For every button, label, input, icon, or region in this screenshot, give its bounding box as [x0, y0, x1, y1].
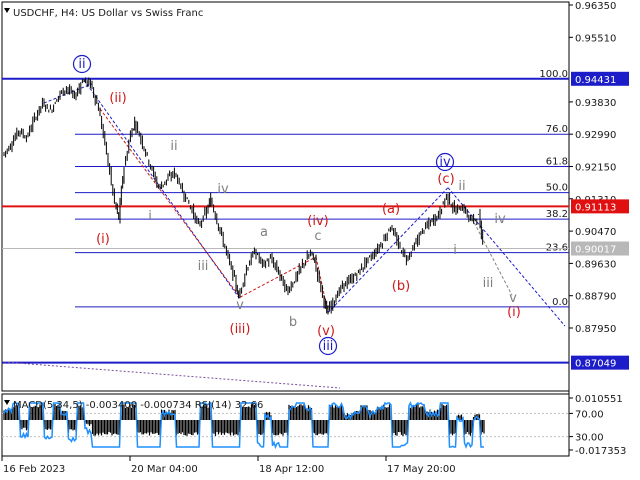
price-tick-label-0: 0.96350: [575, 1, 616, 12]
wave-label-4: (i): [96, 232, 110, 247]
wave-label-23: v: [509, 291, 517, 306]
fib-label-3: 50.0: [546, 183, 568, 194]
price-tick-label-6: 0.90470: [575, 227, 616, 238]
price-tick-label-3: 0.92990: [575, 130, 616, 141]
price-tick-label-7: 0.89630: [575, 259, 616, 270]
price-tick-label-1: 0.95510: [575, 33, 616, 44]
indicator-title: MACD(5,34,5) -0.003400 -0.000734 RSI(14)…: [13, 400, 263, 411]
wave-label-9: c: [314, 229, 321, 244]
wave-label-24: (i): [507, 305, 521, 320]
wave-label-6: iii: [198, 259, 209, 274]
chart-title: USDCHF, H4: US Dollar vs Swiss Franc: [13, 8, 203, 19]
time-tick-label-3: 17 May 20:00: [387, 464, 456, 475]
wave-label-12: b: [289, 315, 297, 330]
price-badge-label-2: 0.90017: [575, 245, 616, 256]
wave-label-8: (iv): [307, 214, 328, 229]
price-tick-label-8: 0.88790: [575, 292, 616, 303]
wave-label-10: v: [236, 298, 244, 313]
price-tick-label-9: 0.87950: [575, 324, 616, 335]
price-badge-label-1: 0.91113: [575, 202, 616, 213]
indicator-tick-label-2: 30.00: [575, 433, 604, 444]
wave-label-1: (ii): [109, 91, 126, 106]
wave-label-16: (c): [437, 172, 454, 187]
indicator-tick-label-3: -0.017353: [575, 446, 626, 457]
wave-label-13: (v): [317, 324, 335, 339]
fib-label-4: 38.2: [546, 209, 568, 220]
wave-label-18: ii: [458, 179, 465, 194]
wave-label-17: (a): [382, 202, 400, 217]
price-badge-label-0: 0.94431: [575, 75, 616, 86]
time-tick-label-0: 16 Feb 2023: [3, 464, 65, 475]
fib-label-6: 0.0: [552, 297, 568, 308]
wave-label-11: (iii): [230, 322, 251, 337]
time-tick-label-2: 18 Apr 12:00: [259, 464, 324, 475]
price-tick-label-2: 0.93830: [575, 98, 616, 109]
price-chart[interactable]: 100.076.061.850.038.223.60.0 ii(ii)iii(i…: [0, 0, 640, 480]
wave-label-7: a: [260, 225, 268, 240]
price-tick-label-4: 0.92150: [575, 163, 616, 174]
price-badge-label-3: 0.87049: [575, 359, 616, 370]
indicator-tick-label-1: 70.00: [575, 409, 604, 420]
wave-label-5: iv: [217, 182, 229, 197]
wave-label-21: iv: [494, 212, 506, 227]
time-tick-label-1: 20 Mar 04:00: [131, 464, 198, 475]
wave-label-14: iii: [323, 339, 334, 354]
wave-label-15: iv: [439, 155, 451, 170]
wave-label-19: i: [453, 243, 457, 258]
wave-label-20: (b): [392, 279, 410, 294]
fib-label-1: 76.0: [546, 124, 568, 135]
indicator-tick-label-0: 0.010551: [575, 394, 623, 405]
fib-label-2: 61.8: [546, 157, 568, 168]
wave-label-22: iii: [483, 276, 494, 291]
wave-label-3: i: [148, 209, 152, 224]
wave-label-2: ii: [170, 139, 177, 154]
wave-label-0: ii: [78, 57, 85, 72]
